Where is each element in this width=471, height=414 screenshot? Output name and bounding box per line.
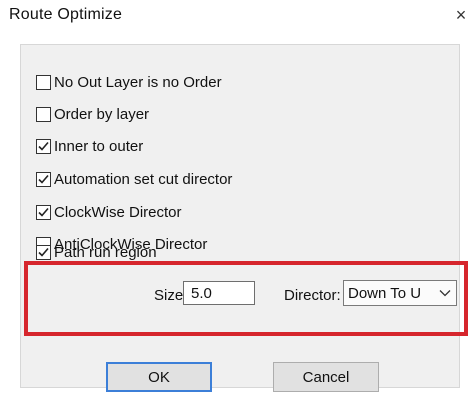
checkmark-icon xyxy=(38,174,49,184)
option-label: No Out Layer is no Order xyxy=(54,73,222,91)
checkbox-checked[interactable] xyxy=(36,204,51,220)
option-label: Inner to outer xyxy=(54,137,144,155)
option-inner-to-outer[interactable]: Inner to outer xyxy=(36,135,143,157)
chevron-down-icon xyxy=(439,290,451,297)
close-icon[interactable]: × xyxy=(452,4,470,26)
option-label: Path run region xyxy=(54,243,157,261)
option-label: ClockWise Director xyxy=(54,203,182,221)
title-bar: Route Optimize × xyxy=(0,0,471,38)
checkbox-checked[interactable] xyxy=(36,138,51,154)
option-automation-set-cut-director[interactable]: Automation set cut director xyxy=(36,168,232,190)
option-label: Automation set cut director xyxy=(54,170,233,188)
window-title: Route Optimize xyxy=(9,6,123,23)
checkbox-unchecked[interactable] xyxy=(36,74,51,90)
director-label: Director: xyxy=(284,287,341,304)
checkmark-icon xyxy=(38,207,49,217)
option-clockwise-director[interactable]: ClockWise Director xyxy=(36,201,182,223)
director-select-value: Down To U xyxy=(348,285,422,302)
option-order-by-layer[interactable]: Order by layer xyxy=(36,103,149,125)
checkmark-icon xyxy=(38,141,49,151)
ok-button[interactable]: OK xyxy=(106,362,212,392)
checkbox-checked[interactable] xyxy=(36,171,51,187)
checkbox-checked[interactable] xyxy=(36,244,51,260)
checkbox-unchecked[interactable] xyxy=(36,106,51,122)
director-select[interactable]: Down To U xyxy=(343,280,457,306)
route-optimize-dialog: Route Optimize × No Out Layer is no Orde… xyxy=(0,0,471,414)
checkmark-icon xyxy=(38,247,49,257)
option-no-out-layer-is-no-order[interactable]: No Out Layer is no Order xyxy=(36,71,222,93)
option-path-run-region[interactable]: Path run region xyxy=(36,241,157,263)
option-label: Order by layer xyxy=(54,105,150,123)
size-input[interactable] xyxy=(183,281,255,305)
cancel-button[interactable]: Cancel xyxy=(273,362,379,392)
